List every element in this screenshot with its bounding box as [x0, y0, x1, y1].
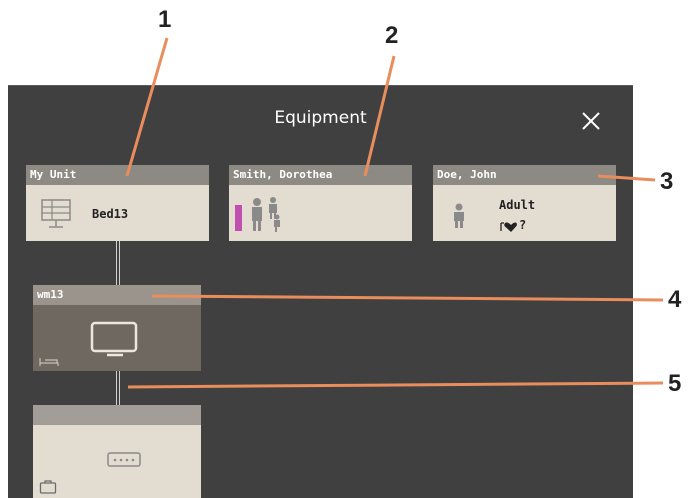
device-card-module-header [33, 405, 201, 425]
callout-number-3: 3 [660, 168, 674, 195]
device-card-wm13-header: wm13 [33, 285, 201, 305]
case-icon [39, 480, 57, 494]
monitor-grid-icon [41, 199, 71, 228]
patient-card-smith-header: Smith, Dorothea [229, 165, 412, 185]
bed-icon [39, 358, 59, 366]
close-icon [582, 112, 600, 130]
callout-number-5: 5 [668, 370, 682, 397]
dialog-title: Equipment [274, 108, 367, 128]
bed-label: Bed13 [92, 207, 129, 221]
equipment-dialog: Equipment My Unit Bed13 Smith, Dorothea [8, 85, 633, 498]
callout-number-4: 4 [668, 286, 682, 313]
connector-port-icon [107, 452, 141, 467]
patient-card-doe-header: Doe, John [433, 165, 616, 185]
device-card-module[interactable] [33, 405, 201, 498]
patient-card-doe[interactable]: Doe, John Adult ? [433, 165, 616, 241]
patient-icon [454, 203, 464, 228]
connector-line [116, 241, 120, 285]
callout-number-2: 2 [385, 22, 399, 49]
display-icon [90, 321, 138, 357]
patient-category: Adult [499, 198, 536, 212]
patient-group-icon [252, 197, 280, 232]
patient-color-marker [235, 205, 242, 231]
close-button[interactable] [578, 108, 604, 134]
callout-number-1: 1 [158, 6, 172, 33]
my-unit-card[interactable]: My Unit Bed13 [26, 165, 209, 241]
connector-line [116, 371, 120, 405]
device-card-wm13[interactable]: wm13 [33, 285, 201, 371]
patient-card-smith[interactable]: Smith, Dorothea [229, 165, 412, 241]
paced-status-unknown: ? [519, 218, 527, 232]
my-unit-header: My Unit [26, 165, 209, 185]
heart-icon [500, 222, 517, 232]
